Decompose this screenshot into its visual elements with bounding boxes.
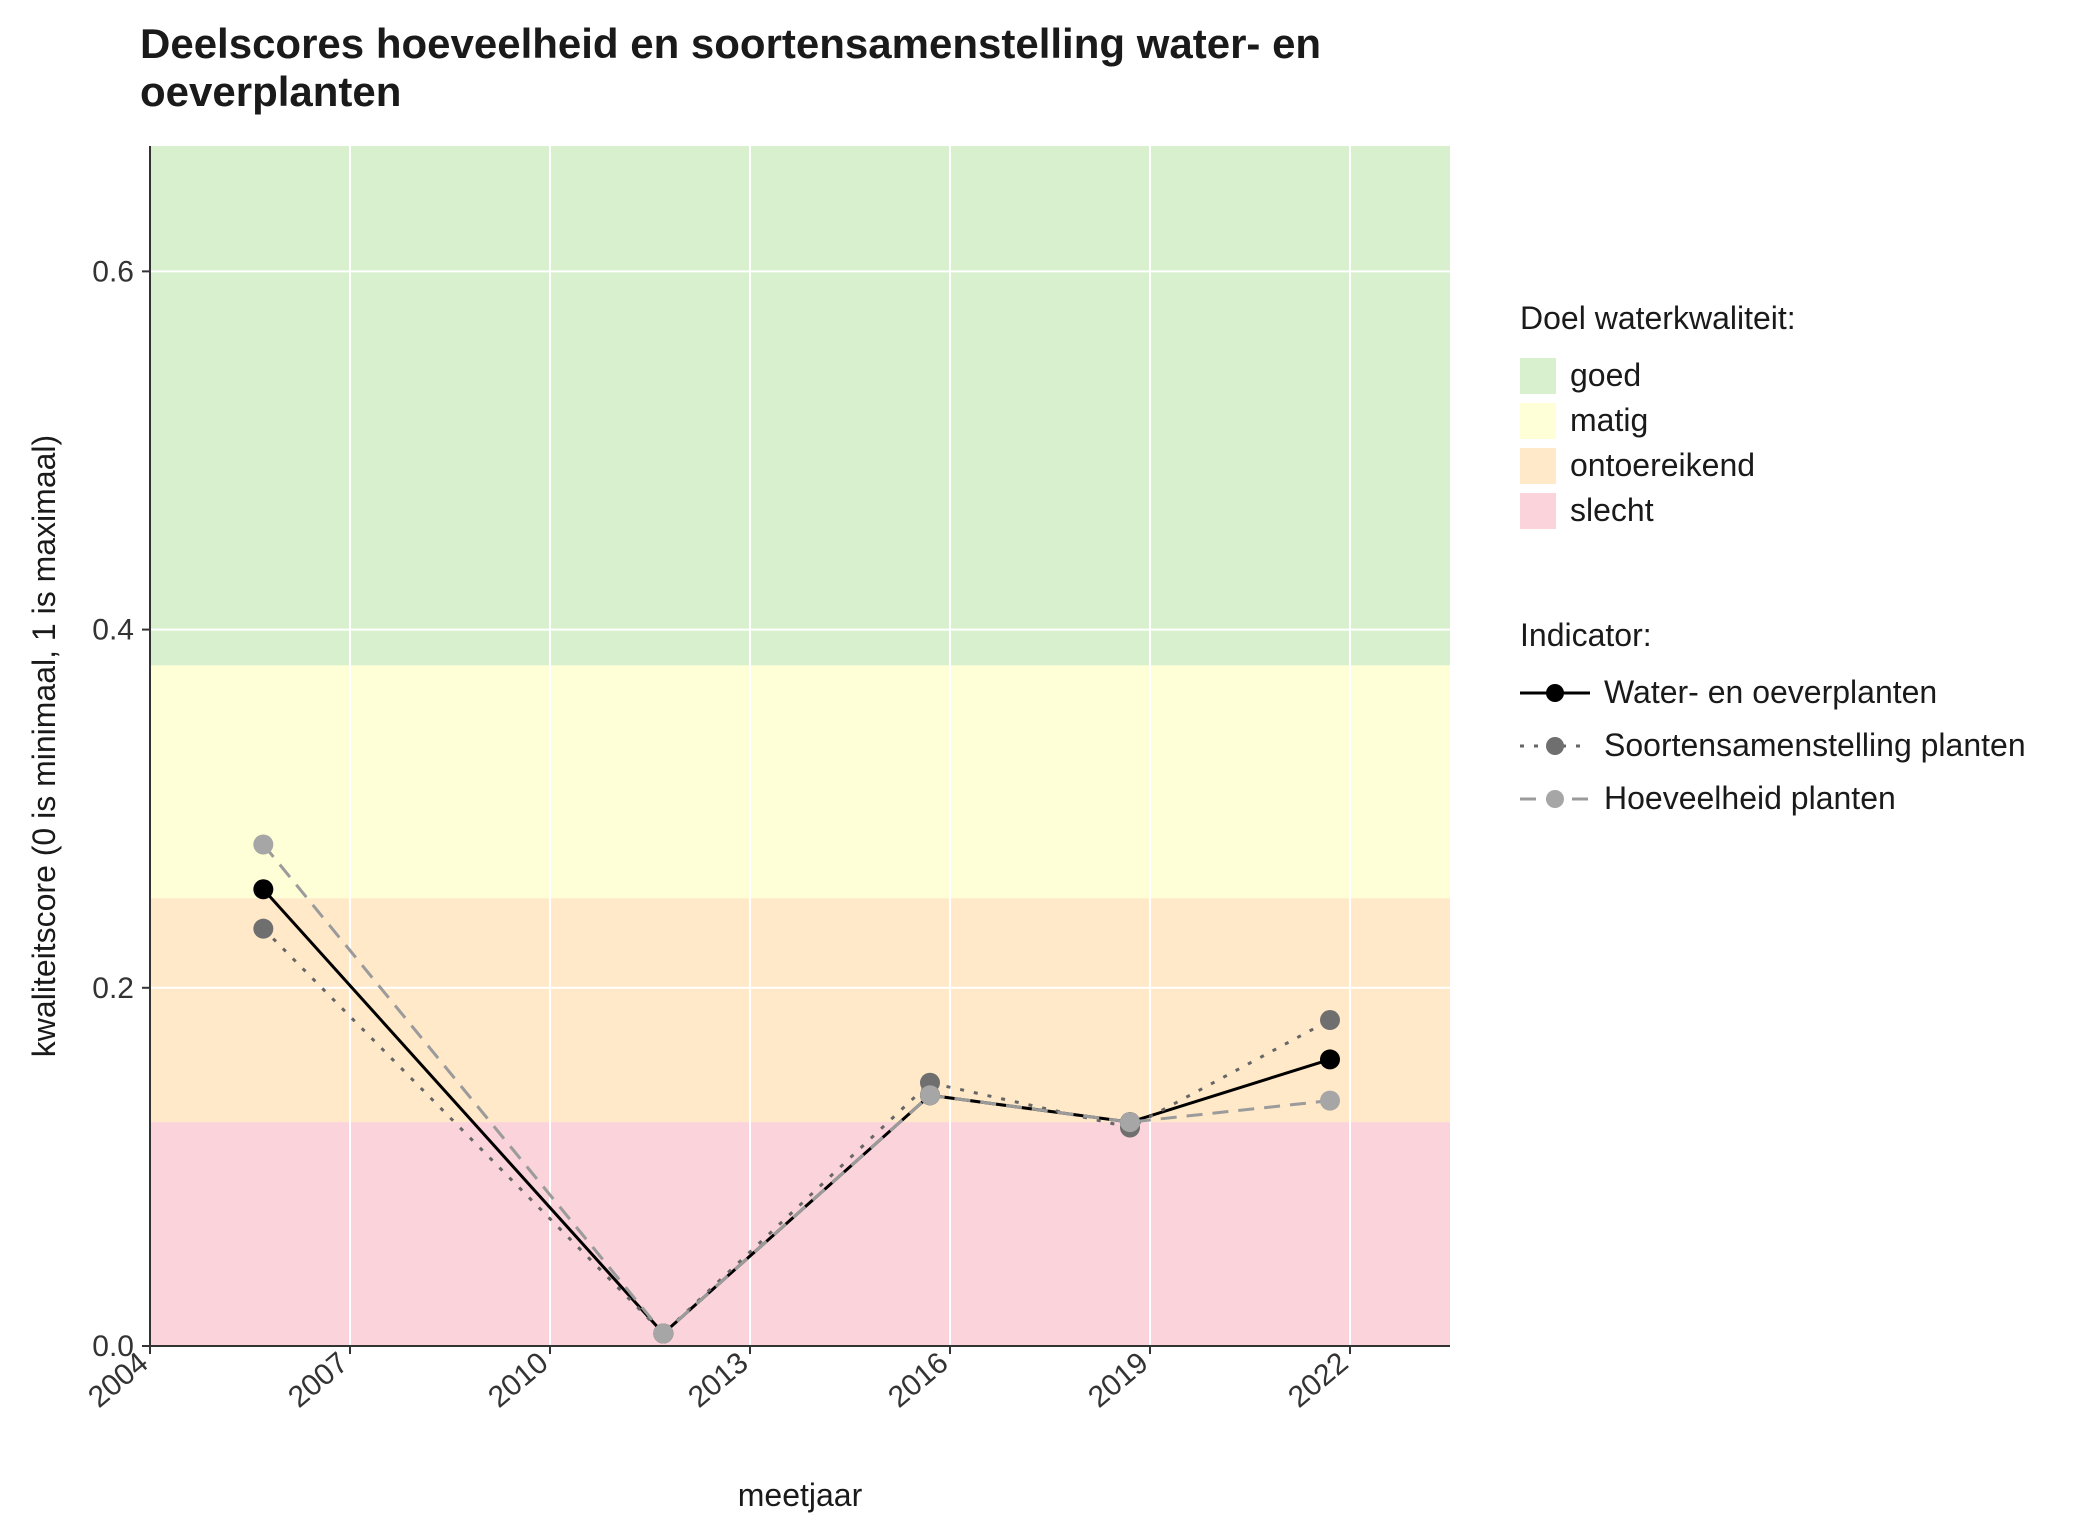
legend-swatch [1520, 448, 1556, 484]
legend-band-label: slecht [1570, 492, 1654, 529]
legend-band-slecht: slecht [1520, 492, 2026, 529]
series-point [920, 1085, 940, 1105]
chart-svg: 0.00.20.40.62004200720102013201620192022… [20, 126, 1480, 1526]
chart-container: Deelscores hoeveelheid en soortensamenst… [20, 20, 2080, 1480]
legend-series-0: Water- en oeverplanten [1520, 674, 2026, 711]
series-point [1120, 1112, 1140, 1132]
legend-band-matig: matig [1520, 402, 2026, 439]
x-tick-label: 2019 [1082, 1346, 1154, 1414]
series-point [1320, 1010, 1340, 1030]
series-point [1320, 1049, 1340, 1069]
legend-band-label: ontoereikend [1570, 447, 1755, 484]
x-tick-label: 2010 [482, 1346, 554, 1414]
series-point [253, 835, 273, 855]
legend-series-label: Water- en oeverplanten [1604, 674, 1937, 711]
y-tick-label: 0.4 [92, 614, 134, 647]
x-axis-label: meetjaar [738, 1477, 863, 1513]
y-tick-label: 0.6 [92, 255, 134, 288]
series-point [253, 919, 273, 939]
legend-indicator-title: Indicator: [1520, 617, 2026, 654]
legend-band-label: goed [1570, 357, 1641, 394]
legend-quality-title: Doel waterkwaliteit: [1520, 300, 2026, 337]
plot-area: Deelscores hoeveelheid en soortensamenst… [20, 20, 1480, 1526]
legend-swatch [1520, 358, 1556, 394]
legend-series: Water- en oeverplanten Soortensamenstelli… [1520, 674, 2026, 817]
x-tick-label: 2013 [682, 1346, 754, 1414]
legend-series-2: Hoeveelheid planten [1520, 780, 2026, 817]
legend: Doel waterkwaliteit: goed matig ontoereike… [1520, 300, 2026, 833]
y-axis-label: kwaliteitscore (0 is minimaal, 1 is maxi… [26, 435, 62, 1057]
legend-band-label: matig [1570, 402, 1648, 439]
series-point [1320, 1091, 1340, 1111]
chart-title: Deelscores hoeveelheid en soortensamenst… [140, 20, 1480, 116]
legend-line-icon [1520, 734, 1590, 758]
legend-swatch [1520, 493, 1556, 529]
legend-series-1: Soortensamenstelling planten [1520, 727, 2026, 764]
legend-line-icon [1520, 787, 1590, 811]
x-tick-label: 2016 [882, 1346, 954, 1414]
legend-line-icon [1520, 681, 1590, 705]
legend-series-label: Hoeveelheid planten [1604, 780, 1896, 817]
series-point [253, 879, 273, 899]
band-matig [150, 665, 1450, 898]
x-tick-label: 2022 [1282, 1346, 1354, 1414]
y-tick-label: 0.2 [92, 972, 134, 1005]
legend-bands: goed matig ontoereikend slecht [1520, 357, 2026, 529]
series-point [653, 1323, 673, 1343]
legend-band-goed: goed [1520, 357, 2026, 394]
legend-swatch [1520, 403, 1556, 439]
x-tick-label: 2007 [282, 1346, 354, 1414]
band-slecht [150, 1122, 1450, 1346]
band-goed [150, 146, 1450, 665]
legend-series-label: Soortensamenstelling planten [1604, 727, 2026, 764]
legend-band-ontoereikend: ontoereikend [1520, 447, 2026, 484]
